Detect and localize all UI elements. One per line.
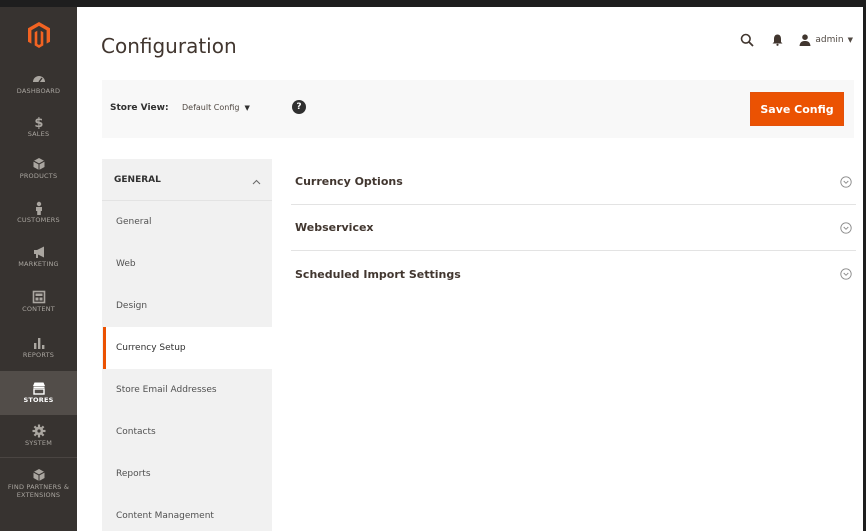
user-icon bbox=[799, 34, 811, 46]
chevron-up-icon bbox=[252, 170, 261, 189]
sidebar-item-label: CUSTOMERS bbox=[17, 216, 60, 225]
dashboard-icon bbox=[32, 72, 46, 86]
sidebar-item-find-partners[interactable]: FIND PARTNERS & EXTENSIONS bbox=[0, 457, 77, 509]
help-icon[interactable]: ? bbox=[292, 100, 306, 114]
nav-items-list: General Web Design Currency Setup Store … bbox=[102, 201, 272, 531]
sidebar-item-label: SYSTEM bbox=[24, 439, 53, 448]
megaphone-icon bbox=[32, 245, 46, 259]
nav-group-general[interactable]: GENERAL bbox=[102, 159, 272, 201]
person-icon bbox=[32, 201, 46, 216]
section-scheduled-import-settings[interactable]: Scheduled Import Settings bbox=[291, 251, 856, 297]
nav-group-title: GENERAL bbox=[114, 174, 161, 185]
sidebar-item-marketing[interactable]: MARKETING bbox=[0, 235, 77, 279]
dollar-icon: $ bbox=[32, 115, 46, 129]
expand-circle-icon[interactable] bbox=[840, 268, 852, 280]
app-window: DASHBOARD $ SALES PRODUCTS CUSTOMERS MAR… bbox=[0, 0, 866, 531]
admin-sidebar: DASHBOARD $ SALES PRODUCTS CUSTOMERS MAR… bbox=[0, 7, 77, 531]
sidebar-item-sales[interactable]: $ SALES bbox=[0, 106, 77, 147]
store-view-dropdown[interactable]: Default Config ▼ bbox=[182, 101, 250, 114]
sidebar-item-products[interactable]: PRODUCTS bbox=[0, 147, 77, 191]
chevron-down-icon: ▼ bbox=[847, 36, 853, 44]
config-sections: Currency Options Webservicex Scheduled I… bbox=[291, 159, 856, 297]
sidebar-item-system[interactable]: SYSTEM bbox=[0, 415, 77, 457]
magento-logo[interactable] bbox=[0, 7, 77, 62]
section-title: Currency Options bbox=[295, 175, 403, 188]
section-webservicex[interactable]: Webservicex bbox=[291, 205, 856, 251]
sidebar-item-label: CONTENT bbox=[22, 305, 55, 314]
magento-logo-icon bbox=[27, 21, 50, 48]
chevron-down-icon: ▼ bbox=[244, 103, 250, 112]
sidebar-item-label: SALES bbox=[27, 129, 50, 138]
store-icon bbox=[32, 381, 46, 395]
notification-bell-icon[interactable] bbox=[769, 32, 785, 48]
admin-username: admin bbox=[815, 35, 844, 45]
sidebar-item-stores[interactable]: STORES bbox=[0, 371, 77, 415]
search-icon[interactable] bbox=[739, 32, 755, 48]
cube-icon bbox=[32, 468, 46, 482]
page-title: Configuration bbox=[101, 34, 237, 58]
sidebar-item-label: DASHBOARD bbox=[16, 87, 61, 96]
sidebar-item-label: STORES bbox=[23, 396, 54, 405]
admin-account-menu[interactable]: admin ▼ bbox=[799, 34, 853, 46]
sidebar-item-label: REPORTS bbox=[22, 351, 55, 360]
sidebar-item-dashboard[interactable]: DASHBOARD bbox=[0, 62, 77, 106]
expand-circle-icon[interactable] bbox=[840, 175, 852, 188]
cube-icon bbox=[32, 157, 46, 171]
config-tabs-nav: GENERAL General Web Design Currency Setu… bbox=[102, 159, 272, 531]
nav-item-content-management[interactable]: Content Management bbox=[103, 495, 272, 531]
nav-item-design[interactable]: Design bbox=[103, 285, 272, 327]
sidebar-item-label: FIND PARTNERS & EXTENSIONS bbox=[7, 483, 70, 499]
nav-item-store-email-addresses[interactable]: Store Email Addresses bbox=[103, 369, 272, 411]
nav-item-contacts[interactable]: Contacts bbox=[103, 411, 272, 453]
store-view-label: Store View: bbox=[110, 103, 169, 113]
sidebar-item-reports[interactable]: REPORTS bbox=[0, 325, 77, 371]
svg-text:$: $ bbox=[34, 116, 43, 129]
sidebar-item-customers[interactable]: CUSTOMERS bbox=[0, 191, 77, 235]
layout-icon bbox=[32, 290, 46, 304]
store-view-bar: Store View: Default Config ▼ ? Save Conf… bbox=[102, 80, 854, 138]
store-view-selected: Default Config bbox=[182, 103, 240, 112]
sidebar-item-content[interactable]: CONTENT bbox=[0, 279, 77, 325]
save-config-button[interactable]: Save Config bbox=[750, 92, 844, 126]
gear-icon bbox=[32, 424, 46, 438]
sidebar-item-label: PRODUCTS bbox=[19, 172, 58, 181]
nav-item-reports[interactable]: Reports bbox=[103, 453, 272, 495]
section-title: Scheduled Import Settings bbox=[295, 267, 461, 281]
section-currency-options[interactable]: Currency Options bbox=[291, 159, 856, 205]
header-actions: admin ▼ bbox=[739, 32, 853, 48]
sidebar-item-label: MARKETING bbox=[18, 260, 59, 269]
nav-item-currency-setup[interactable]: Currency Setup bbox=[103, 327, 272, 369]
expand-circle-icon[interactable] bbox=[840, 221, 852, 234]
bar-chart-icon bbox=[32, 336, 46, 350]
nav-item-web[interactable]: Web bbox=[103, 243, 272, 285]
nav-item-general[interactable]: General bbox=[103, 201, 272, 243]
section-title: Webservicex bbox=[295, 221, 374, 234]
